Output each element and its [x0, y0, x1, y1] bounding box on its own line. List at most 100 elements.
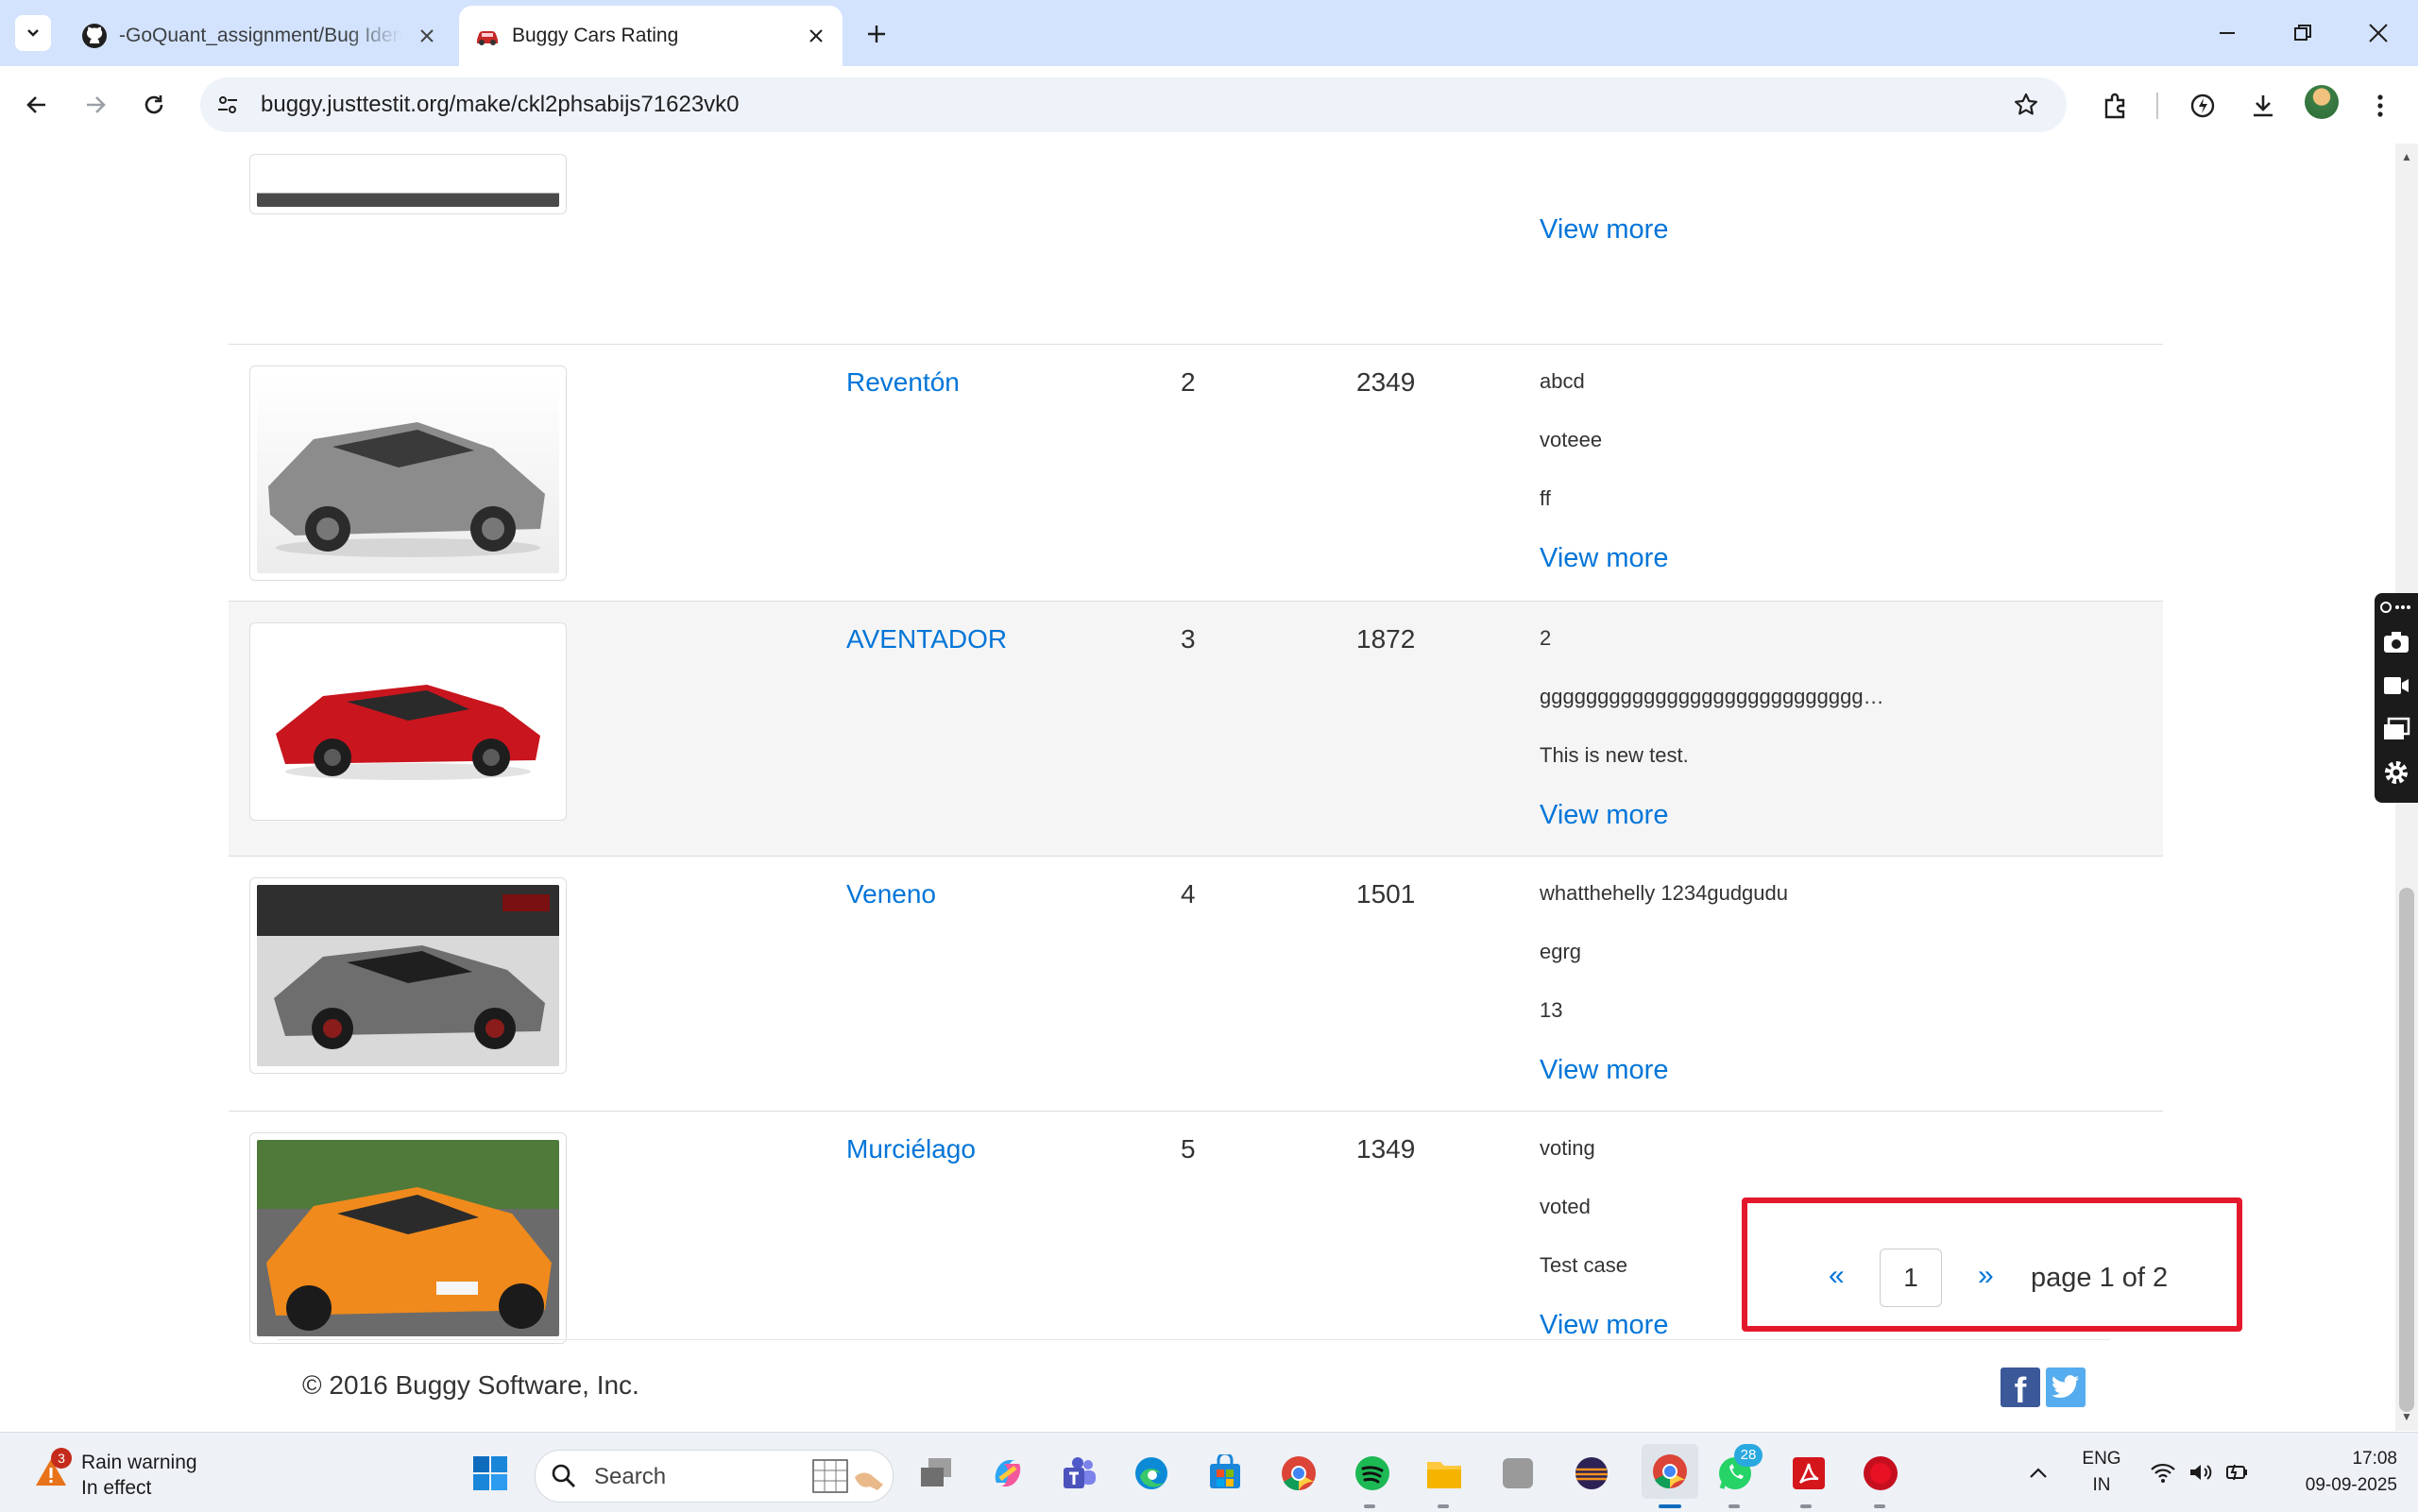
camera-icon[interactable] [2375, 625, 2418, 659]
scroll-up-arrow[interactable]: ▲ [2399, 149, 2414, 164]
scroll-down-arrow[interactable]: ▼ [2399, 1409, 2414, 1424]
car-model-link[interactable]: Murciélago [846, 1134, 976, 1164]
comment-text: voting [1540, 1136, 1595, 1160]
car-model-link[interactable]: Veneno [846, 879, 936, 909]
car-thumbnail[interactable] [249, 365, 567, 581]
weather-alert-badge: 3 [51, 1448, 72, 1469]
recorder-icon[interactable] [1859, 1452, 1902, 1495]
site-info-icon[interactable] [213, 91, 242, 119]
close-icon[interactable] [414, 23, 440, 49]
table-row: Veneno 4 1501 whatthehelly 1234gudgudu e… [229, 856, 2163, 1112]
twitter-icon[interactable] [2046, 1368, 2086, 1407]
tab-github[interactable]: -GoQuant_assignment/Bug Identification [66, 6, 453, 66]
close-icon [2369, 24, 2388, 42]
downloads-button[interactable] [2244, 87, 2282, 125]
tab-buggy-cars[interactable]: Buggy Cars Rating [459, 6, 843, 66]
minimize-button[interactable] [2199, 13, 2256, 53]
url-text[interactable]: buggy.justtestit.org/make/ckl2phsabijs71… [261, 92, 740, 118]
facebook-icon[interactable]: f [2001, 1368, 2040, 1407]
car-rank: 5 [1181, 1134, 1196, 1164]
view-more-link[interactable]: View more [1540, 800, 1668, 831]
back-button[interactable] [17, 85, 57, 125]
car-thumbnail[interactable] [249, 622, 567, 821]
teams-icon[interactable] [1058, 1452, 1101, 1495]
page-number-input[interactable] [1880, 1249, 1942, 1307]
performance-button[interactable] [2184, 87, 2222, 125]
restore-button[interactable] [2274, 13, 2331, 53]
chrome-icon[interactable] [1277, 1452, 1320, 1495]
microsoft-store-icon[interactable] [1203, 1452, 1247, 1495]
bookmark-star-icon[interactable] [2010, 89, 2042, 121]
facebook-logo-letter: f [2014, 1371, 2027, 1407]
kebab-menu-icon [2377, 94, 2383, 117]
weather-widget[interactable]: 3 Rain warning In effect [28, 1446, 217, 1499]
car-model-link[interactable]: Reventón [846, 367, 960, 398]
show-hidden-icons-button[interactable] [2021, 1433, 2055, 1512]
address-bar[interactable]: buggy.justtestit.org/make/ckl2phsabijs71… [200, 77, 2067, 132]
toolbar-divider [2156, 93, 2158, 119]
previous-page-button[interactable]: « [1829, 1260, 1845, 1292]
start-button[interactable] [468, 1452, 512, 1495]
car-image [266, 1187, 552, 1331]
eclipse-icon[interactable] [1570, 1452, 1613, 1495]
search-placeholder: Search [594, 1464, 667, 1489]
battery-icon[interactable] [2220, 1433, 2254, 1512]
comment-text: Test case [1540, 1253, 1627, 1277]
reload-icon [145, 95, 163, 114]
edge-icon[interactable] [1130, 1452, 1173, 1495]
footer-divider [278, 1339, 2110, 1340]
wifi-icon[interactable] [2146, 1433, 2180, 1512]
car-thumbnail[interactable] [249, 877, 567, 1074]
next-page-button[interactable]: » [1978, 1260, 1994, 1292]
acrobat-icon[interactable] [1787, 1452, 1831, 1495]
window-close-button[interactable] [2350, 13, 2407, 53]
more-options-icon[interactable] [2375, 595, 2418, 620]
car-votes: 2349 [1356, 367, 1416, 397]
volume-icon[interactable] [2184, 1433, 2218, 1512]
tab-search-button[interactable] [15, 15, 51, 51]
extensions-button[interactable] [2097, 87, 2135, 125]
task-view-icon[interactable] [914, 1452, 958, 1495]
view-more-link[interactable]: View more [1540, 214, 1668, 246]
video-camera-icon[interactable] [2375, 669, 2418, 703]
view-more-link[interactable]: View more [1540, 1055, 1668, 1086]
weather-title: Rain warning [81, 1452, 197, 1473]
chrome-active-icon[interactable] [1642, 1444, 1698, 1499]
minimize-icon [2220, 32, 2235, 34]
car-rank: 2 [1181, 367, 1196, 397]
car-model-link[interactable]: AVENTADOR [846, 624, 1007, 654]
comment-text: whatthehelly 1234gudgudu [1540, 881, 1789, 905]
screenshots-gallery-icon[interactable] [2375, 712, 2418, 746]
new-tab-button[interactable] [858, 15, 895, 53]
chrome-menu-button[interactable] [2361, 87, 2399, 125]
app-icon-gray[interactable] [1496, 1452, 1540, 1495]
comment-text: egrg [1540, 940, 1582, 963]
spotify-icon[interactable] [1351, 1452, 1394, 1495]
running-indicator [1364, 1504, 1375, 1508]
windows-logo-icon [473, 1456, 507, 1490]
view-more-link[interactable]: View more [1540, 543, 1668, 574]
region-code: IN [2092, 1475, 2111, 1495]
view-more-link[interactable]: View more [1540, 1310, 1668, 1341]
close-icon[interactable] [803, 23, 829, 49]
scrollbar-thumb[interactable] [2399, 888, 2414, 1412]
forward-button[interactable] [76, 85, 115, 125]
chevron-down-icon [27, 29, 39, 37]
settings-gear-icon[interactable] [2375, 756, 2418, 790]
arrow-left-icon [26, 96, 45, 113]
reload-button[interactable] [134, 85, 174, 125]
copilot-icon[interactable] [986, 1452, 1030, 1495]
car-image [276, 685, 540, 780]
language-indicator[interactable]: ENG IN [2078, 1446, 2125, 1499]
comment-text: voted [1540, 1195, 1591, 1218]
download-icon [2254, 95, 2273, 117]
system-clock[interactable]: 17:08 09-09-2025 [2274, 1446, 2397, 1499]
car-thumbnail[interactable] [249, 1132, 567, 1344]
file-explorer-icon[interactable] [1422, 1452, 1466, 1495]
taskbar-search[interactable]: Search [535, 1450, 894, 1503]
chevron-up-icon [2030, 1468, 2047, 1478]
running-indicator [1800, 1504, 1812, 1508]
profile-avatar[interactable] [2305, 85, 2339, 119]
comment-text: ff [1540, 486, 1551, 510]
page-status: page 1 of 2 [2031, 1263, 2169, 1293]
